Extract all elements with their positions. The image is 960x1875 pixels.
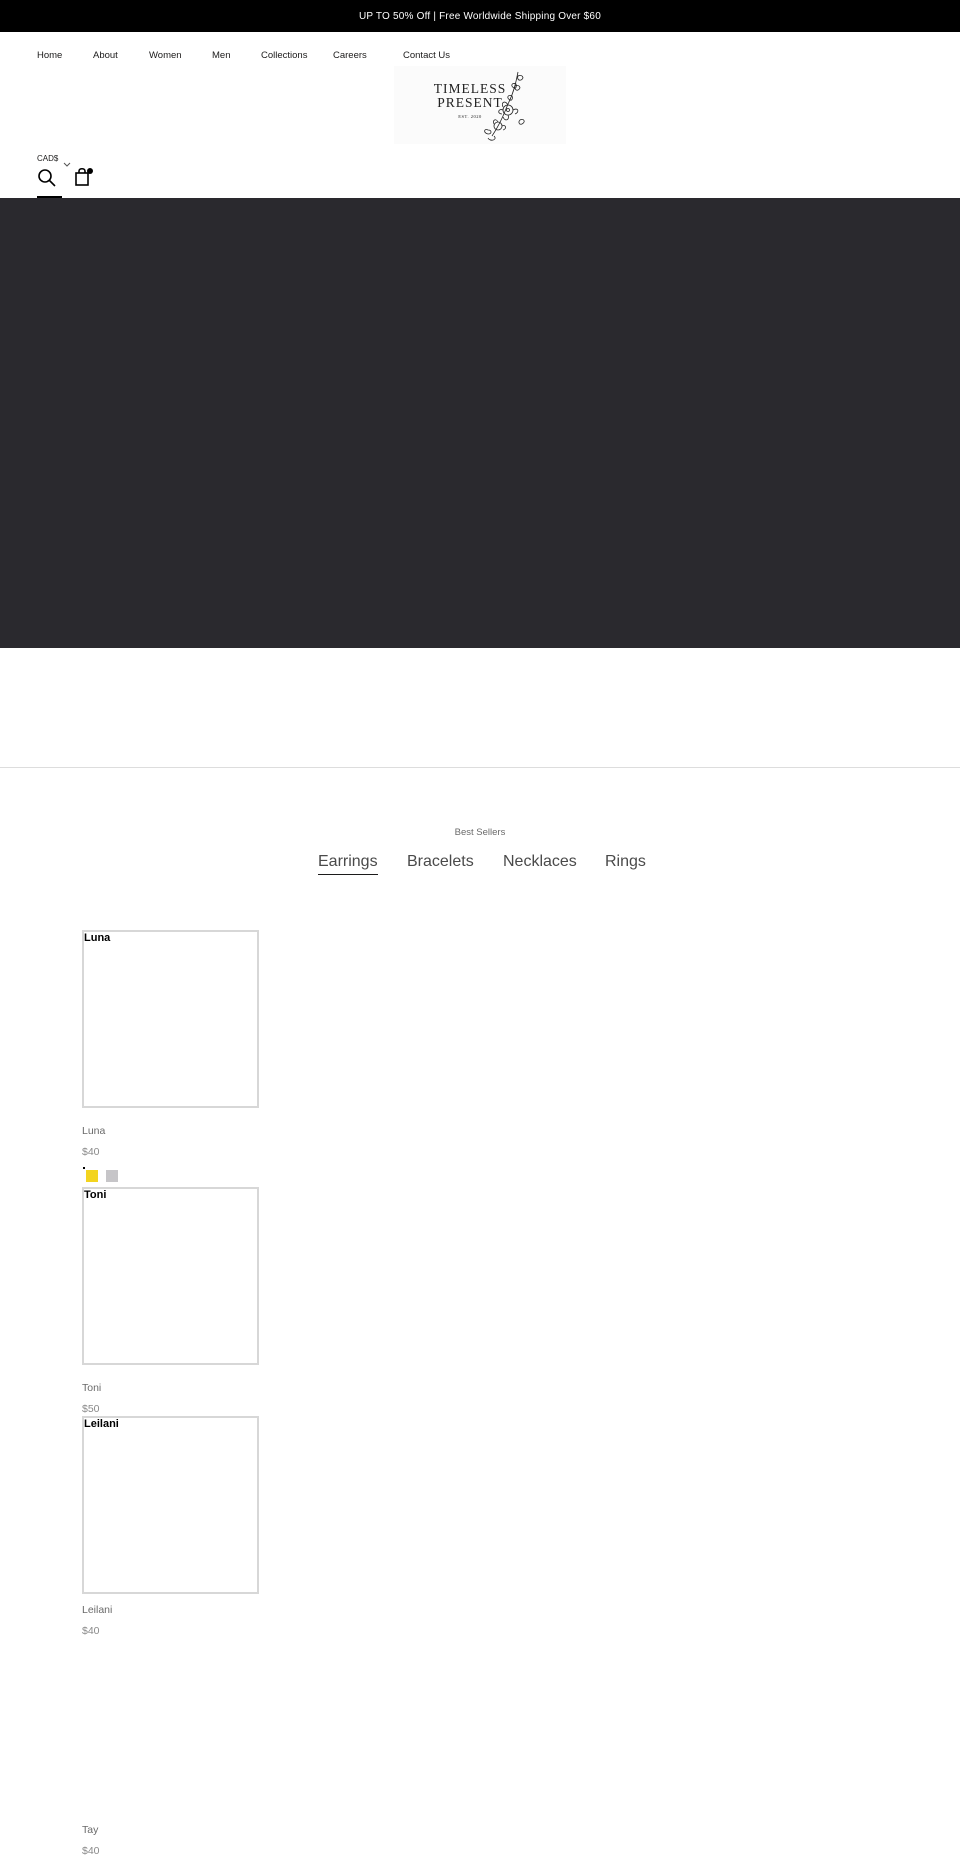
nav-collections[interactable]: Collections <box>261 50 307 61</box>
product-image-alt: Leilani <box>84 1418 119 1430</box>
product-image-leilani[interactable]: Leilani <box>82 1416 259 1594</box>
product-price-tay: $40 <box>82 1845 100 1857</box>
nav-contact-us[interactable]: Contact Us <box>403 50 450 61</box>
hero-banner[interactable] <box>0 198 960 648</box>
product-image-alt: Toni <box>84 1189 107 1201</box>
category-tabs: Earrings Bracelets Necklaces Rings <box>0 853 960 883</box>
product-price-leilani: $40 <box>82 1625 100 1637</box>
cart-button[interactable] <box>74 166 96 188</box>
best-sellers-label: Best Sellers <box>454 827 506 838</box>
shopping-bag-icon <box>75 167 93 186</box>
floral-logo-icon <box>484 71 525 141</box>
nav-about[interactable]: About <box>93 50 118 61</box>
nav-home[interactable]: Home <box>37 50 62 61</box>
announcement-bar: UP TO 50% Off | Free Worldwide Shipping … <box>0 0 960 32</box>
tab-rings[interactable]: Rings <box>605 853 646 871</box>
chevron-down-icon[interactable] <box>63 162 71 167</box>
nav-careers[interactable]: Careers <box>333 50 367 61</box>
color-swatch-gold[interactable] <box>86 1170 98 1182</box>
store-logo[interactable]: TIMELESS PRESENT EST. 2020 <box>394 66 566 144</box>
product-name-tay[interactable]: Tay <box>82 1824 98 1836</box>
product-image-luna[interactable]: Luna <box>82 930 259 1108</box>
tab-earrings[interactable]: Earrings <box>318 853 378 875</box>
product-price-toni: $50 <box>82 1403 100 1415</box>
product-name-luna[interactable]: Luna <box>82 1125 105 1137</box>
announcement-text: UP TO 50% Off | Free Worldwide Shipping … <box>359 10 601 22</box>
section-divider <box>0 767 960 768</box>
search-button[interactable] <box>37 168 57 188</box>
nav-women[interactable]: Women <box>149 50 182 61</box>
color-swatch-silver[interactable] <box>106 1170 118 1182</box>
product-image-toni[interactable]: Toni <box>82 1187 259 1365</box>
search-icon <box>38 169 56 187</box>
swatch-marker <box>83 1167 85 1169</box>
tab-bracelets[interactable]: Bracelets <box>407 853 474 871</box>
nav-men[interactable]: Men <box>212 50 230 61</box>
currency-selector[interactable]: CAD$ <box>37 154 58 163</box>
product-price-luna: $40 <box>82 1146 100 1158</box>
product-name-toni[interactable]: Toni <box>82 1382 101 1394</box>
product-name-leilani[interactable]: Leilani <box>82 1604 112 1616</box>
product-image-alt: Luna <box>84 932 111 944</box>
tab-necklaces[interactable]: Necklaces <box>503 853 577 871</box>
